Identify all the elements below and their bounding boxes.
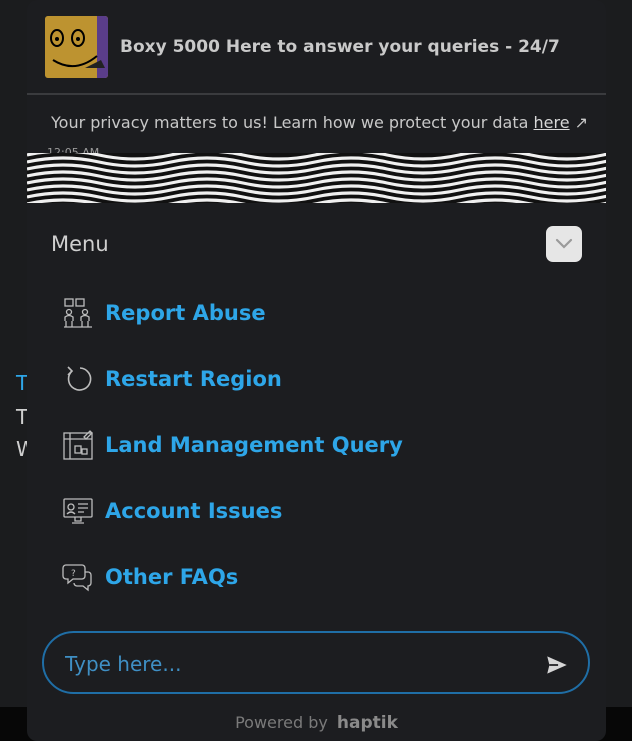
header-title: Boxy 5000 Here to answer your queries - … (120, 37, 560, 57)
menu-item-label: Other FAQs (105, 565, 239, 589)
menu-item-land-management[interactable]: Land Management Query (60, 422, 403, 468)
chat-header: Boxy 5000 Here to answer your queries - … (27, 0, 606, 95)
powered-by-text: Powered by (235, 713, 328, 732)
menu-item-other-faqs[interactable]: ? Other FAQs (60, 554, 238, 600)
svg-text:?: ? (71, 569, 76, 579)
menu-item-restart-region[interactable]: Restart Region (60, 356, 282, 402)
menu-item-label: Restart Region (105, 367, 282, 391)
menu-item-label: Land Management Query (105, 433, 403, 457)
faq-chat-icon: ? (60, 559, 96, 595)
menu-collapse-button[interactable] (546, 226, 582, 262)
report-abuse-icon (60, 295, 96, 331)
menu-item-report-abuse[interactable]: Report Abuse (60, 290, 266, 336)
chevron-down-icon (555, 238, 573, 249)
account-issues-icon (60, 493, 96, 529)
powered-by: Powered by haptik (27, 713, 606, 733)
menu-item-account-issues[interactable]: Account Issues (60, 488, 282, 534)
chat-widget: Boxy 5000 Here to answer your queries - … (27, 0, 606, 741)
send-icon[interactable] (544, 652, 570, 678)
quick-menu-panel: Menu Report Abuse Restart Region Land Ma… (27, 203, 606, 623)
menu-item-label: Account Issues (105, 499, 283, 523)
privacy-text: Your privacy matters to us! Learn how we… (51, 113, 534, 132)
wave-pattern (27, 153, 606, 203)
privacy-notice: Your privacy matters to us! Learn how we… (51, 113, 588, 132)
haptik-logo[interactable]: haptik (337, 713, 398, 733)
menu-item-label: Report Abuse (105, 301, 266, 325)
message-input[interactable] (63, 647, 517, 681)
message-composer (42, 631, 590, 694)
menu-title: Menu (51, 232, 109, 256)
external-link-icon: ↗ (574, 113, 589, 132)
land-management-icon (60, 427, 96, 463)
boxy-avatar-icon (45, 16, 108, 78)
restart-icon (60, 361, 96, 397)
privacy-link[interactable]: here (534, 113, 570, 132)
